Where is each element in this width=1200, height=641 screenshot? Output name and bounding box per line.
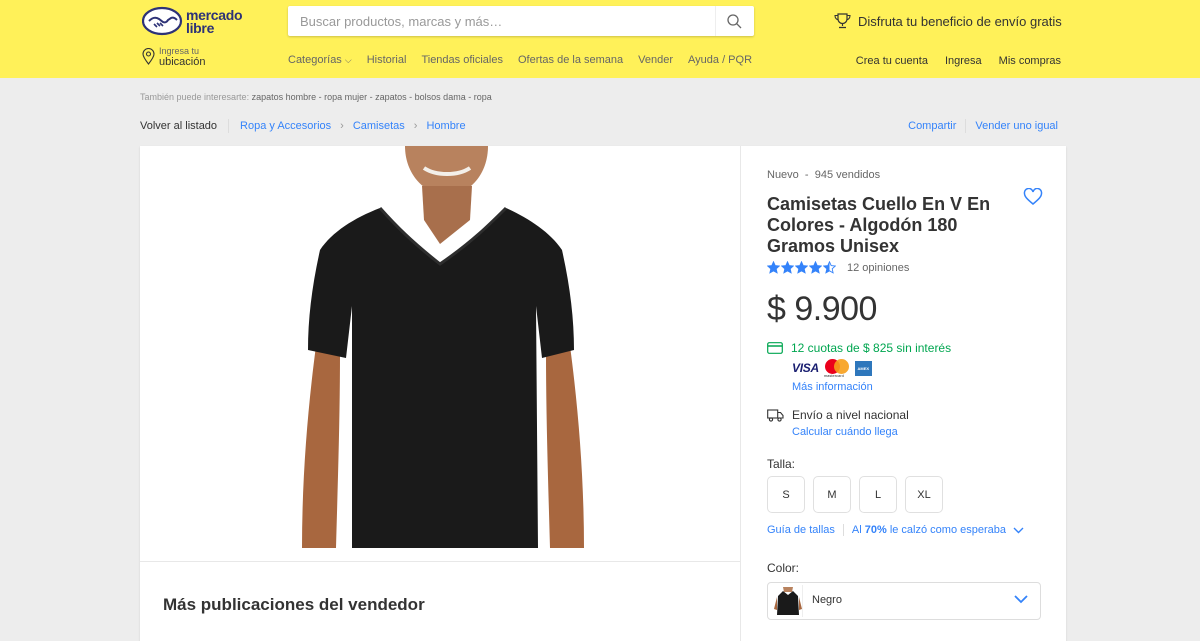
star-icon [781,261,794,274]
size-guide-link[interactable]: Guía de tallas [767,524,835,536]
login-link[interactable]: Ingresa [945,55,982,67]
breadcrumb-camisetas[interactable]: Camisetas [353,120,405,132]
size-options: S M L XL [767,476,943,513]
mastercard-icon: mastercard [823,359,850,378]
sell-same-link[interactable]: Vender uno igual [975,120,1058,132]
shipping-info: Envío a nivel nacional [767,408,909,422]
create-account-link[interactable]: Crea tu cuenta [856,55,928,67]
guide-divider [842,524,844,536]
related-searches: También puede interesarte: zapatos hombr… [140,92,492,102]
more-info-link[interactable]: Más información [792,381,873,393]
size-option-l[interactable]: L [859,476,897,513]
heart-icon [1023,187,1043,205]
color-thumbnail [774,585,803,617]
breadcrumb-divider [228,119,230,133]
chevron-down-icon [1013,527,1024,533]
search-bar [288,6,754,36]
star-icon [767,261,780,274]
nav-ayuda[interactable]: Ayuda / PQR [688,54,752,66]
top-header: mercado libre Disfruta tu beneficio de e… [0,0,1200,78]
favorite-button[interactable] [1023,187,1043,211]
fit-percentage: 70% [864,524,887,536]
product-title: Camisetas Cuello En V En Colores - Algod… [767,194,991,256]
location-hint: Ingresa tu [159,46,200,56]
share-actions: Compartir Vender uno igual [908,119,1058,133]
condition-text: Nuevo [767,169,799,181]
size-option-s[interactable]: S [767,476,805,513]
main-nav: Categorías ⌵ Historial Tiendas oficiales… [288,54,752,66]
promo-text: Disfruta tu beneficio de envío gratis [858,13,1062,29]
installments: 12 cuotas de $ 825 sin interés [767,341,951,355]
search-input[interactable] [288,6,732,36]
truck-icon [767,408,784,422]
installments-text: 12 cuotas de $ 825 sin interés [791,341,952,355]
color-value: Negro [812,594,842,606]
share-divider [965,119,967,133]
star-icon [795,261,808,274]
sold-count: 945 vendidos [814,169,881,181]
condition-sold: Nuevo - 945 vendidos [767,169,881,181]
size-option-m[interactable]: M [813,476,851,513]
star-icon [809,261,822,274]
search-button[interactable] [715,6,754,36]
breadcrumb-hombre[interactable]: Hombre [426,120,465,132]
share-link[interactable]: Compartir [908,120,956,132]
rating-stars[interactable]: 12 opiniones [767,261,909,274]
payment-methods: VISA mastercard AMEX [792,359,872,378]
chevron-down-icon: ⌵ [344,55,352,65]
seller-more-title: Más publicaciones del vendedor [163,595,425,614]
trophy-icon [834,13,851,29]
breadcrumb: Volver al listado Ropa y Accesorios › Ca… [140,119,466,133]
nav-vender[interactable]: Vender [638,54,673,66]
amex-icon: AMEX [854,360,872,376]
location-label: ubicación [159,56,206,68]
search-icon [727,14,742,29]
column-divider [740,146,741,641]
size-label: Talla: [767,457,796,471]
fit-feedback[interactable]: Al 70% le calzó como esperaba [852,524,1006,536]
shipping-text: Envío a nivel nacional [792,408,909,422]
location-selector[interactable]: Ingresa tu ubicación [142,46,262,72]
nav-ofertas[interactable]: Ofertas de la semana [518,54,623,66]
logo-text-libre: libre [186,20,215,36]
amex-label: AMEX [857,365,870,371]
chevron-right-icon: › [340,120,344,132]
product-card: Más publicaciones del vendedor Nuevo - 9… [140,146,1066,641]
size-guide-row: Guía de tallas Al 70% le calzó como espe… [767,524,1024,536]
breadcrumb-ropa[interactable]: Ropa y Accesorios [240,120,331,132]
my-purchases-link[interactable]: Mis compras [999,55,1061,67]
free-shipping-promo[interactable]: Disfruta tu beneficio de envío gratis [834,13,1062,29]
product-image [302,146,584,548]
calculate-delivery-link[interactable]: Calcular cuándo llega [792,426,898,438]
color-label: Color: [767,561,800,575]
credit-card-icon [767,342,783,354]
mercadolibre-logo[interactable]: mercado libre [142,6,252,36]
back-to-listing-link[interactable]: Volver al listado [140,120,217,132]
color-select[interactable]: Negro [767,582,1041,620]
location-pin-icon [142,48,155,65]
nav-tiendas-oficiales[interactable]: Tiendas oficiales [421,54,503,66]
mastercard-label: mastercard [823,373,844,378]
chevron-down-icon [1014,595,1028,604]
size-option-xl[interactable]: XL [905,476,943,513]
visa-icon: VISA [792,361,819,375]
product-price: $ 9.900 [767,290,877,328]
account-links: Crea tu cuenta Ingresa Mis compras [856,55,1061,67]
review-count: 12 opiniones [847,261,910,274]
related-prefix: También puede interesarte: [140,92,250,102]
star-icon [823,261,836,274]
nav-historial[interactable]: Historial [367,54,407,66]
chevron-right-icon: › [413,120,418,132]
handshake-logo-icon [142,6,183,36]
related-terms[interactable]: zapatos hombre - ropa mujer - zapatos - … [252,92,492,102]
product-gallery[interactable] [140,146,740,562]
nav-categorias[interactable]: Categorías ⌵ [288,54,352,66]
